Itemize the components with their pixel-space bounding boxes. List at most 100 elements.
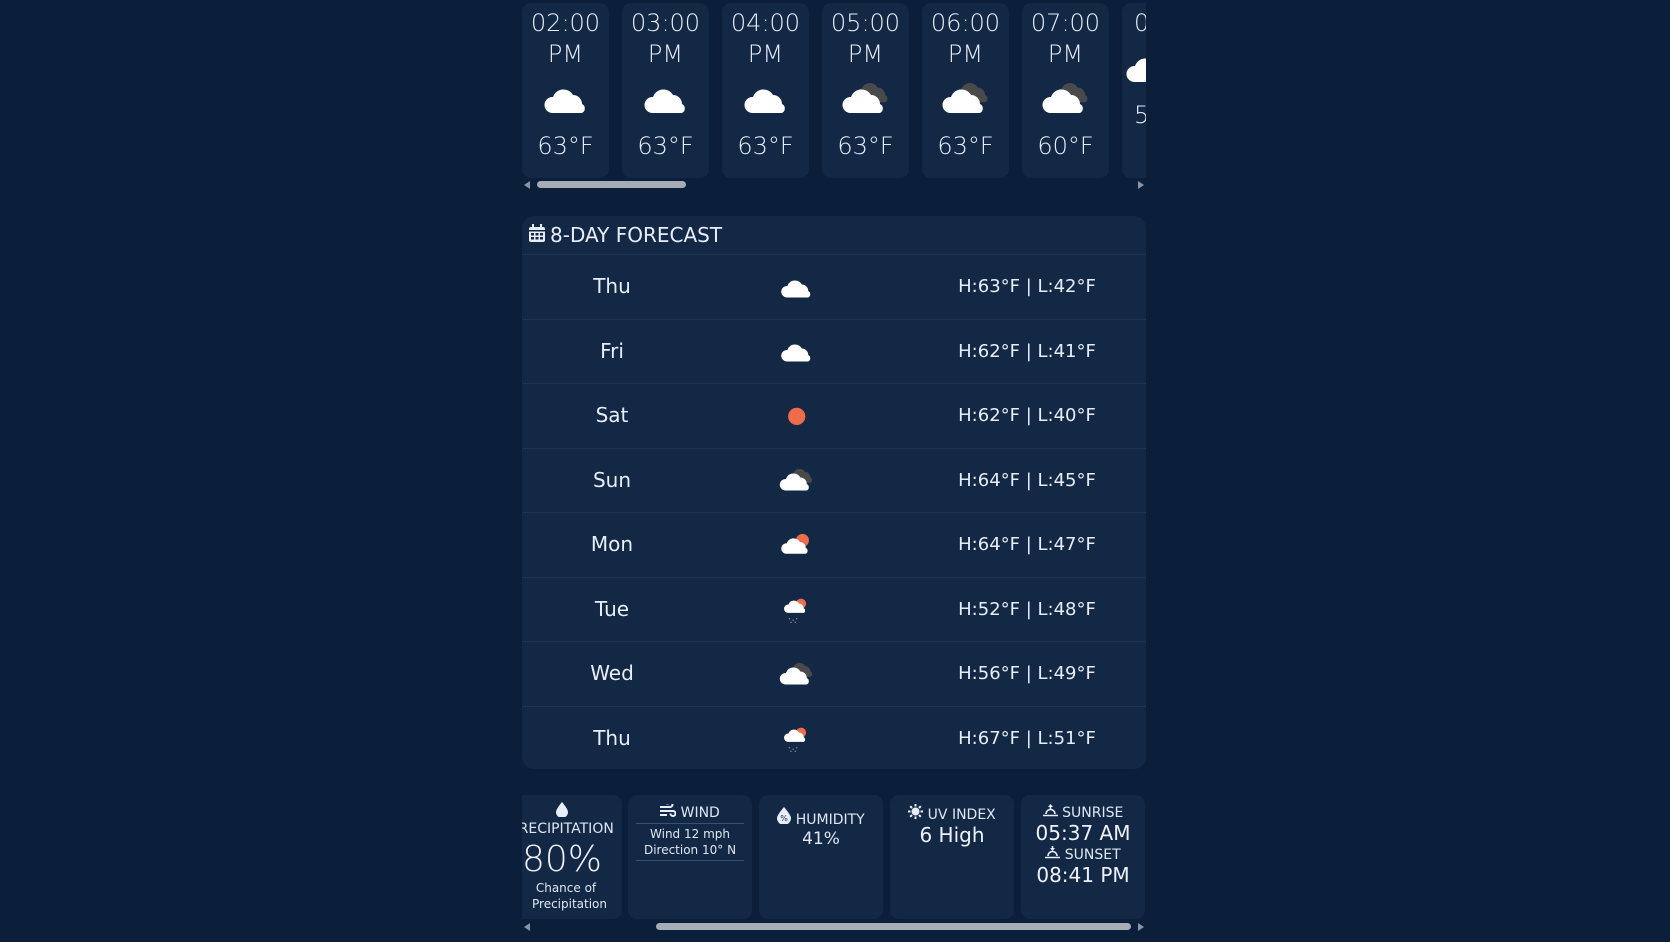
sun-rain-icon — [762, 719, 832, 759]
sunset-icon — [1045, 846, 1064, 863]
daily-forecast-row: Sun H:64°F | L:45°F — [522, 449, 1146, 513]
humidity-icon: % — [777, 807, 795, 828]
day-temp-range: H:56°F | L:49°F — [958, 663, 1096, 684]
sun-rain-icon — [762, 590, 832, 630]
daily-forecast-header: 8-DAY FORECAST — [522, 216, 1146, 255]
wind-speed: Wind 12 mph — [650, 827, 730, 841]
day-temp-range: H:64°F | L:47°F — [958, 534, 1096, 555]
scroll-right-arrow-icon[interactable] — [1138, 181, 1144, 189]
hour-temp: 5 — [1134, 101, 1146, 129]
hourly-card: 06:00 PM 63°F — [922, 3, 1009, 178]
day-temp-range: H:62°F | L:40°F — [958, 405, 1096, 426]
sunrise-title: SUNRISE — [1062, 805, 1124, 821]
weather-panel: 02:00 PM 63°F 03:00 PM 63°F 04:00 PM 63°F 05:00 PM… — [522, 0, 1146, 931]
precipitation-value: 80% — [522, 839, 602, 880]
day-name: Fri — [600, 338, 624, 363]
day-name: Tue — [594, 596, 630, 621]
svg-text:%: % — [780, 814, 788, 823]
wind-title: WIND — [680, 805, 720, 821]
humidity-title: HUMIDITY — [795, 812, 865, 828]
sun-times-card: SUNRISE 05:37 AM SUNSET 08:41 PM — [1021, 795, 1145, 919]
sunrise-icon — [1042, 804, 1062, 821]
broken-clouds-icon — [762, 461, 832, 501]
broken-clouds-icon — [762, 654, 832, 694]
daily-forecast-row: Thu H:67°F | L:51°F — [522, 707, 1146, 770]
day-name: Sun — [592, 467, 632, 492]
hourly-card: 07:00 PM 60°F — [1022, 3, 1109, 178]
sunrise-time: 05:37 AM — [1035, 821, 1131, 845]
hour-temp: 63°F — [937, 132, 994, 160]
humidity-value: 41% — [802, 829, 840, 849]
scrollbar-thumb[interactable] — [537, 181, 686, 188]
broken-clouds-icon — [1022, 70, 1109, 128]
cloud-icon — [522, 70, 609, 128]
daily-forecast-title: 8-DAY FORECAST — [550, 223, 723, 247]
precipitation-caption: Chance of Precipitation — [532, 881, 608, 911]
sun-icon — [762, 396, 832, 436]
hour-temp: 63°F — [537, 132, 594, 160]
details-scrollbar[interactable] — [522, 922, 1146, 932]
hourly-card: 04:00 PM 63°F — [722, 3, 809, 178]
hour-time: 07:00 PM — [1030, 9, 1101, 68]
scroll-right-arrow-icon[interactable] — [1138, 923, 1144, 931]
daily-forecast-row: Mon H:64°F | L:47°F — [522, 513, 1146, 578]
scrollbar-thumb[interactable] — [656, 923, 1131, 930]
scroll-left-arrow-icon[interactable] — [524, 923, 530, 931]
daily-forecast-row: Tue H:52°F | L:48°F — [522, 578, 1146, 642]
cloud-icon — [1122, 39, 1146, 97]
partly-cloudy-icon — [762, 525, 832, 565]
uv-value: 6 High — [919, 823, 985, 847]
hourly-card: 03:00 PM 63°F — [622, 3, 709, 178]
daily-forecast-row: Wed H:56°F | L:49°F — [522, 642, 1146, 707]
day-name: Thu — [593, 725, 631, 750]
details-strip[interactable]: PRECIPITATION 80% Chance of Precipitatio… — [522, 795, 1146, 935]
broken-clouds-icon — [922, 70, 1009, 128]
hour-time: 0 — [1134, 9, 1146, 37]
cloud-icon — [622, 70, 709, 128]
uv-title: UV INDEX — [927, 807, 996, 823]
day-temp-range: H:62°F | L:41°F — [958, 340, 1096, 362]
hour-time: 06:00 PM — [930, 9, 1001, 68]
wind-direction: Direction 10° N — [643, 843, 737, 857]
hour-temp: 63°F — [737, 132, 794, 160]
humidity-card: % HUMIDITY 41% — [759, 795, 883, 919]
hourly-forecast[interactable]: 02:00 PM 63°F 03:00 PM 63°F 04:00 PM 63°F 05:00 PM… — [522, 0, 1146, 190]
daily-forecast-row: Fri H:62°F | L:41°F — [522, 320, 1146, 384]
day-name: Sat — [595, 403, 629, 427]
scroll-left-arrow-icon[interactable] — [524, 181, 530, 189]
hourly-card: 05 — [1122, 3, 1146, 178]
cloud-icon — [762, 332, 832, 372]
hour-time: 05:00 PM — [830, 9, 901, 68]
hour-time: 04:00 PM — [730, 9, 801, 68]
uv-index-card: UV INDEX 6 High — [890, 795, 1014, 919]
day-name: Mon — [590, 532, 634, 556]
broken-clouds-icon — [822, 70, 909, 128]
sunset-title: SUNSET — [1064, 847, 1121, 863]
daily-forecast-row: Thu H:63°F | L:42°F — [522, 255, 1146, 320]
precipitation-card: PRECIPITATION 80% Chance of Precipitatio… — [522, 795, 622, 919]
day-temp-range: H:52°F | L:48°F — [958, 598, 1096, 620]
hour-temp: 63°F — [837, 132, 894, 160]
water-drop-icon — [522, 802, 622, 821]
hour-temp: 60°F — [1037, 132, 1094, 160]
sun-gear-icon — [908, 804, 927, 823]
hour-temp: 63°F — [637, 132, 694, 160]
cloud-icon — [722, 70, 809, 128]
hour-time: 02:00 PM — [530, 9, 601, 68]
hourly-card: 05:00 PM 63°F — [822, 3, 909, 178]
day-name: Thu — [593, 274, 631, 298]
calendar-icon — [528, 223, 546, 248]
day-temp-range: H:64°F | L:45°F — [958, 469, 1096, 491]
daily-forecast-row: Sat H:62°F | L:40°F — [522, 384, 1146, 449]
daily-forecast: 8-DAY FORECAST Thu H:63°F | L:42°F Fri H:62… — [522, 216, 1146, 769]
wind-icon — [660, 801, 680, 821]
hourly-scrollbar[interactable] — [522, 180, 1146, 190]
day-name: Wed — [590, 661, 634, 685]
hour-time: 03:00 PM — [630, 9, 701, 68]
sunset-time: 08:41 PM — [1036, 863, 1130, 887]
day-temp-range: H:67°F | L:51°F — [958, 727, 1096, 749]
day-temp-range: H:63°F | L:42°F — [958, 276, 1096, 297]
hourly-card: 02:00 PM 63°F — [522, 3, 609, 178]
cloud-icon — [762, 267, 832, 307]
wind-card: WIND Wind 12 mph Direction 10° N — [628, 795, 752, 919]
